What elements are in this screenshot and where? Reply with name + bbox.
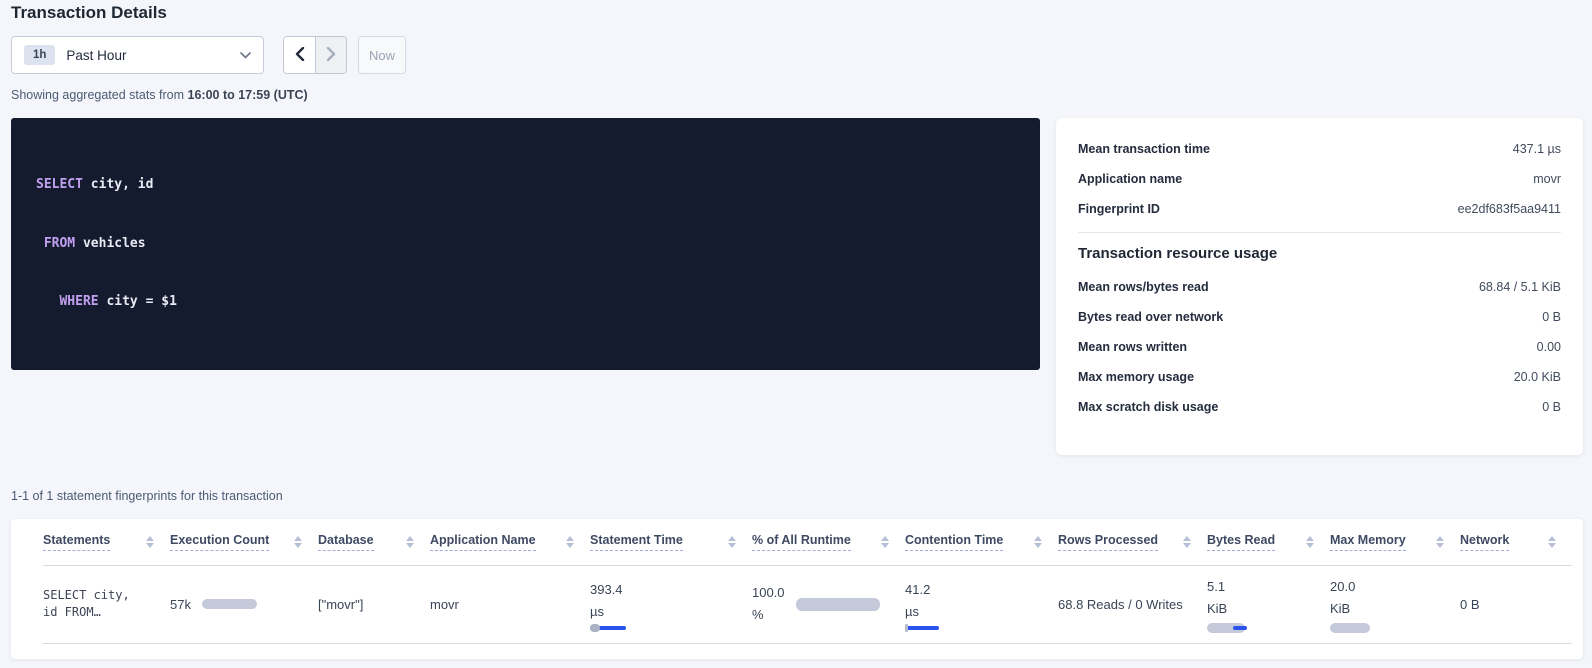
cell-max-memory: 20.0 KiB [1330, 565, 1460, 643]
column-header-rows-processed[interactable]: Rows Processed [1058, 533, 1207, 551]
column-header-contention-time[interactable]: Contention Time [905, 533, 1058, 551]
statement-fingerprint-link[interactable]: SELECT city, id FROM… [43, 565, 170, 643]
sort-icon[interactable] [728, 536, 736, 548]
cell-runtime-pct: 100.0 % [752, 565, 905, 643]
summary-row-max-scratch-disk-usage: Max scratch disk usage 0 B [1078, 392, 1561, 422]
column-header-network[interactable]: Network [1460, 533, 1572, 551]
sort-icon[interactable] [1436, 536, 1444, 548]
sort-icon[interactable] [1034, 536, 1042, 548]
stats-range-prefix: Showing aggregated stats from [11, 88, 188, 102]
contention-time-bar [905, 626, 939, 630]
next-time-button[interactable] [315, 37, 346, 73]
page-title: Transaction Details [11, 3, 167, 23]
sort-icon[interactable] [566, 536, 574, 548]
statement-row: SELECT city, id FROM… 57k ["movr"] movr … [43, 565, 1572, 643]
sql-line: WHERE city = $1 [36, 292, 1015, 312]
sort-icon[interactable] [881, 536, 889, 548]
summary-row-application-name: Application name movr [1078, 164, 1561, 194]
summary-divider [1078, 232, 1561, 233]
statements-table: Statements Execution Count Database Appl… [43, 519, 1572, 644]
summary-row-mean-transaction-time: Mean transaction time 437.1 µs [1078, 134, 1561, 164]
transaction-details-page: Transaction Details 1h Past Hour Now Sho… [0, 0, 1592, 668]
time-range-badge: 1h [24, 45, 55, 65]
column-header-execution-count[interactable]: Execution Count [170, 533, 318, 551]
execution-count-bar [202, 599, 257, 609]
statements-table-card: Statements Execution Count Database Appl… [11, 519, 1583, 659]
time-nav-group [283, 36, 347, 74]
now-button[interactable]: Now [358, 36, 406, 74]
cell-database: ["movr"] [318, 565, 430, 643]
statement-time-bar [590, 626, 626, 630]
column-header-max-memory[interactable]: Max Memory [1330, 533, 1460, 551]
summary-row-max-memory-usage: Max memory usage 20.0 KiB [1078, 362, 1561, 392]
cell-rows-processed: 68.8 Reads / 0 Writes [1058, 565, 1207, 643]
transaction-summary-card: Mean transaction time 437.1 µs Applicati… [1056, 118, 1583, 455]
cell-execution-count: 57k [170, 565, 318, 643]
column-header-statements[interactable]: Statements [43, 533, 170, 551]
sql-line: SELECT city, id [36, 175, 1015, 195]
column-header-bytes-read[interactable]: Bytes Read [1207, 533, 1330, 551]
column-header-runtime-pct[interactable]: % of All Runtime [752, 533, 905, 551]
stddev-marker [590, 624, 600, 632]
aggregated-stats-range: Showing aggregated stats from 16:00 to 1… [11, 88, 308, 102]
time-range-label: Past Hour [66, 48, 240, 63]
column-header-application-name[interactable]: Application Name [430, 533, 590, 551]
prev-time-button[interactable] [284, 37, 315, 73]
bytes-read-bar [1207, 623, 1245, 633]
stddev-marker [905, 624, 908, 632]
resource-usage-heading: Transaction resource usage [1078, 245, 1561, 262]
stats-range-value: 16:00 to 17:59 (UTC) [188, 88, 308, 102]
time-range-dropdown[interactable]: 1h Past Hour [11, 36, 264, 74]
cell-network: 0 B [1460, 565, 1572, 643]
sort-icon[interactable] [1306, 536, 1314, 548]
summary-row-fingerprint-id: Fingerprint ID ee2df683f5aa9411 [1078, 194, 1561, 224]
cell-contention-time: 41.2 µs [905, 565, 1058, 643]
chevron-left-icon [295, 47, 305, 64]
runtime-pct-bar [796, 598, 880, 611]
chevron-right-icon [326, 47, 336, 64]
cell-application-name: movr [430, 565, 590, 643]
sort-icon[interactable] [146, 536, 154, 548]
max-memory-bar [1330, 623, 1370, 633]
sort-icon[interactable] [294, 536, 302, 548]
sort-icon[interactable] [1548, 536, 1556, 548]
stddev-marker [1233, 626, 1247, 630]
chevron-down-icon [240, 52, 251, 59]
sort-icon[interactable] [406, 536, 414, 548]
sort-icon[interactable] [1183, 536, 1191, 548]
sql-line: FROM vehicles [36, 234, 1015, 254]
sql-statement-box: SELECT city, id FROM vehicles WHERE city… [11, 118, 1040, 370]
column-header-database[interactable]: Database [318, 533, 430, 551]
column-header-statement-time[interactable]: Statement Time [590, 533, 752, 551]
cell-statement-time: 393.4 µs [590, 565, 752, 643]
cell-bytes-read: 5.1 KiB [1207, 565, 1330, 643]
sql-query-text: SELECT city, id FROM vehicles WHERE city… [36, 136, 1015, 351]
summary-row-mean-rows-written: Mean rows written 0.00 [1078, 332, 1561, 362]
summary-row-bytes-read-over-network: Bytes read over network 0 B [1078, 302, 1561, 332]
summary-row-mean-rows-bytes-read: Mean rows/bytes read 68.84 / 5.1 KiB [1078, 272, 1561, 302]
table-header-row: Statements Execution Count Database Appl… [43, 519, 1572, 565]
statement-fingerprints-count: 1-1 of 1 statement fingerprints for this… [11, 489, 283, 503]
